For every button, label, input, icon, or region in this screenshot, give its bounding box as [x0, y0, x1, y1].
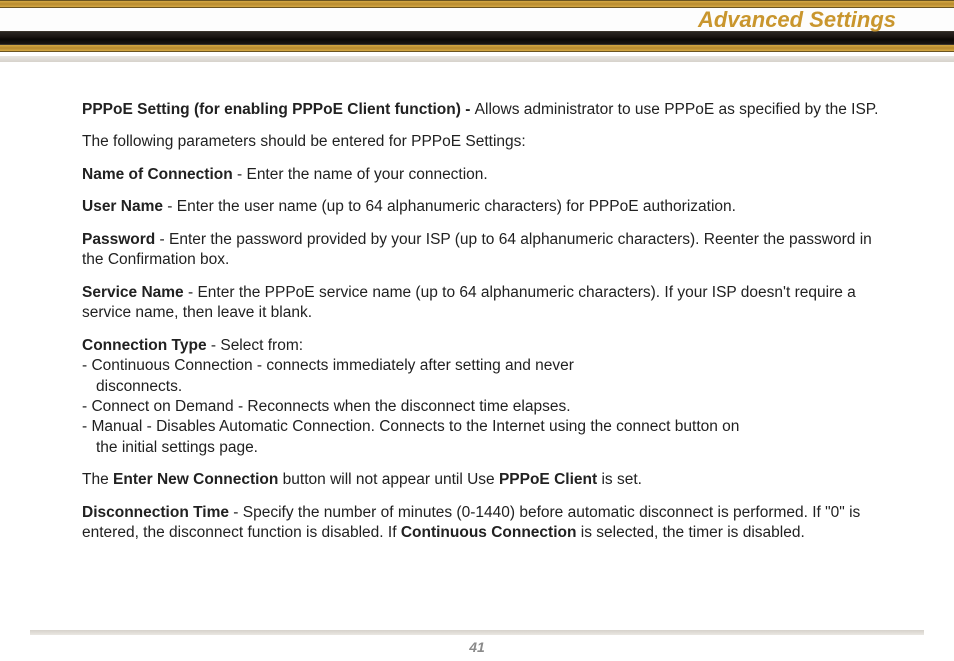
enter-new-bold2: PPPoE Client: [499, 471, 597, 488]
enter-new-connection: The Enter New Connection button will not…: [82, 470, 882, 490]
connection-type-label: Connection Type: [82, 337, 207, 354]
conn-type-opt2: - Connect on Demand - Reconnects when th…: [82, 397, 882, 417]
disconnection-bold2: Continuous Connection: [401, 524, 577, 541]
conn-type-opt1b: disconnects.: [82, 377, 882, 397]
title-band: Advanced Settings: [0, 8, 954, 31]
disconnection-post: is selected, the timer is disabled.: [576, 524, 804, 541]
password: Password - Enter the password provided b…: [82, 230, 882, 271]
connection-type: Connection Type - Select from: - Continu…: [82, 336, 882, 459]
page-title: Advanced Settings: [698, 7, 896, 33]
footer: 41: [0, 630, 954, 661]
connection-type-rest: - Select from:: [207, 337, 303, 354]
enter-new-mid: button will not appear until Use: [278, 471, 499, 488]
pppoe-setting-label: PPPoE Setting (for enabling PPPoE Client…: [82, 101, 475, 118]
user-name: User Name - Enter the user name (up to 6…: [82, 197, 882, 217]
header-band: Advanced Settings: [0, 0, 954, 62]
pppoe-setting-desc: Allows administrator to use PPPoE as spe…: [475, 101, 879, 118]
connection-type-header: Connection Type - Select from:: [82, 336, 882, 356]
conn-type-opt1: - Continuous Connection - connects immed…: [82, 356, 882, 376]
password-desc: - Enter the password provided by your IS…: [82, 231, 872, 268]
service-name-label: Service Name: [82, 284, 184, 301]
enter-new-post: is set.: [597, 471, 642, 488]
footer-divider: [30, 630, 924, 635]
gold-band-bottom: [0, 45, 954, 52]
disconnection-label: Disconnection Time: [82, 504, 229, 521]
disconnection-time: Disconnection Time - Specify the number …: [82, 503, 882, 544]
conn-type-opt3b: the initial settings page.: [82, 438, 882, 458]
password-label: Password: [82, 231, 155, 248]
conn-type-opt3: - Manual - Disables Automatic Connection…: [82, 417, 882, 437]
content-area: PPPoE Setting (for enabling PPPoE Client…: [0, 62, 954, 576]
lead-text: The following parameters should be enter…: [82, 132, 882, 152]
service-name-desc: - Enter the PPPoE service name (up to 64…: [82, 284, 856, 321]
name-of-connection: Name of Connection - Enter the name of y…: [82, 165, 882, 185]
light-band: [0, 56, 954, 62]
service-name: Service Name - Enter the PPPoE service n…: [82, 283, 882, 324]
enter-new-bold1: Enter New Connection: [113, 471, 278, 488]
name-of-connection-label: Name of Connection: [82, 166, 233, 183]
user-name-desc: - Enter the user name (up to 64 alphanum…: [163, 198, 736, 215]
page-number: 41: [0, 639, 954, 661]
pppoe-intro: PPPoE Setting (for enabling PPPoE Client…: [82, 100, 882, 120]
dark-band: [0, 31, 954, 45]
enter-new-pre: The: [82, 471, 113, 488]
name-of-connection-desc: - Enter the name of your connection.: [233, 166, 488, 183]
user-name-label: User Name: [82, 198, 163, 215]
